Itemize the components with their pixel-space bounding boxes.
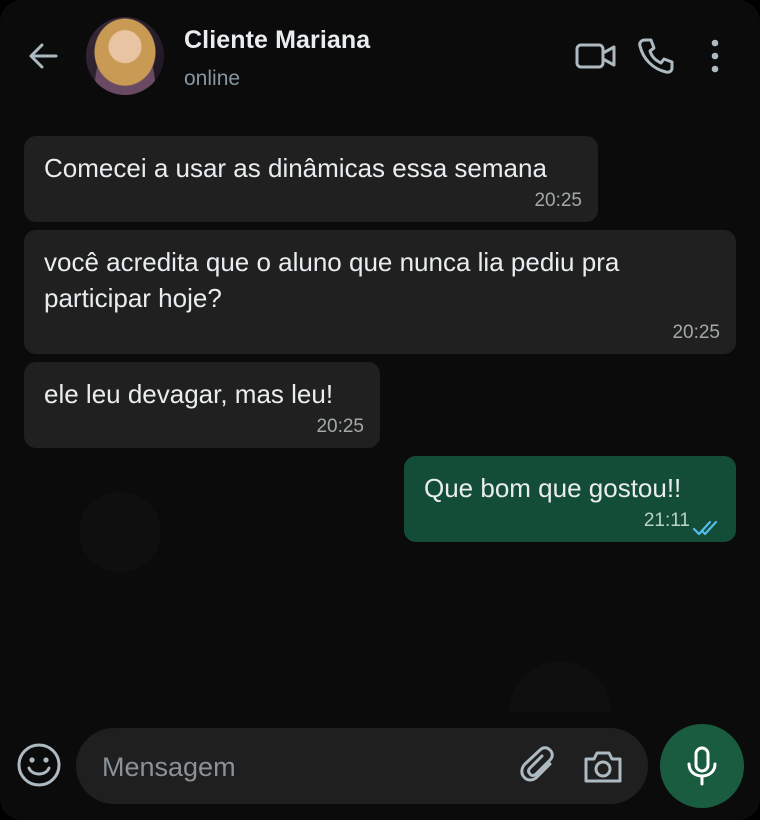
incoming-message[interactable]: ele leu devagar, mas leu! 20:25: [24, 362, 380, 448]
more-vertical-icon[interactable]: [700, 36, 730, 76]
chat-screen: Cliente Mariana online Comecei a usar as…: [0, 0, 760, 820]
phone-icon[interactable]: [636, 36, 676, 76]
message-time: 20:25: [534, 190, 582, 211]
microphone-icon: [687, 746, 717, 786]
back-arrow-icon[interactable]: [24, 36, 64, 76]
outgoing-message[interactable]: Que bom que gostou!! 21:11: [404, 456, 736, 542]
contact-status: online: [184, 67, 241, 90]
video-camera-icon[interactable]: [574, 36, 618, 76]
emoji-icon[interactable]: [16, 742, 62, 788]
message-time: 21:11: [643, 510, 690, 531]
incoming-message[interactable]: você acredita que o aluno que nunca lia …: [24, 230, 736, 354]
contact-name[interactable]: Cliente Mariana: [184, 26, 370, 55]
message-input[interactable]: [100, 728, 504, 806]
read-ticks-icon: [692, 510, 720, 536]
message-text: você acredita que o aluno que nunca lia …: [44, 247, 620, 313]
avatar[interactable]: [86, 17, 164, 95]
paperclip-icon[interactable]: [520, 746, 560, 788]
chat-header: Cliente Mariana online: [0, 0, 760, 112]
message-text: Que bom que gostou!!: [424, 473, 682, 503]
camera-icon[interactable]: [582, 748, 624, 786]
message-text: Comecei a usar as dinâmicas essa semana: [44, 153, 547, 183]
microphone-button[interactable]: [660, 724, 744, 808]
message-time: 20:25: [672, 322, 720, 343]
message-text: ele leu devagar, mas leu!: [44, 379, 334, 409]
incoming-message[interactable]: Comecei a usar as dinâmicas essa semana …: [24, 136, 598, 222]
message-time: 20:25: [316, 416, 364, 437]
message-field[interactable]: [76, 728, 648, 806]
